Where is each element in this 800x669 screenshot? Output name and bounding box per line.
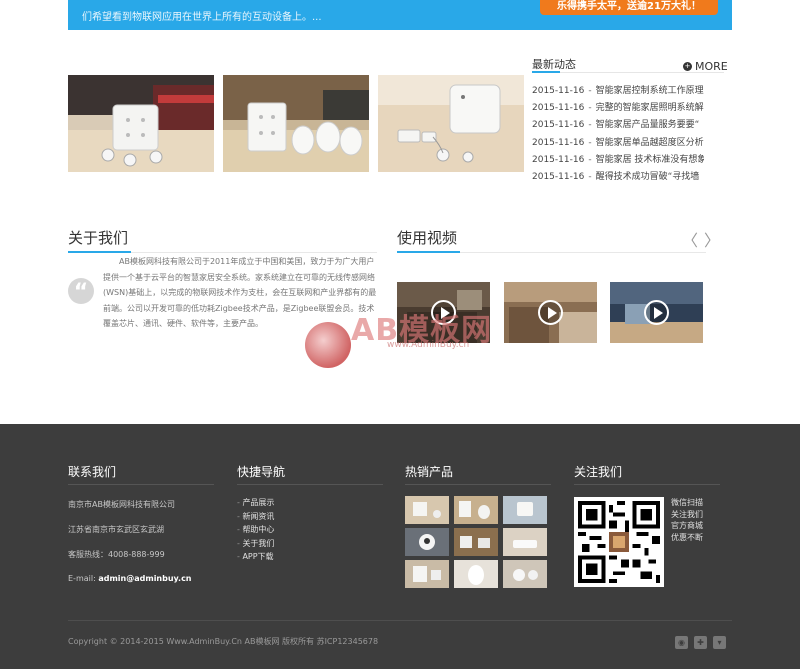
footer-nav-item[interactable]: 产品展示 [237,496,274,510]
footer-nav-item[interactable]: 帮助中心 [237,523,274,537]
chevron-right-icon[interactable]: 〉 [704,233,720,249]
follow-list: 微信扫描 关注我们 官方商城 优惠不断 [671,497,703,543]
follow-item: 微信扫描 [671,498,703,507]
qq-icon[interactable]: ✚ [694,636,707,649]
more-label: MORE [695,60,728,73]
news-list: 2015-11-16- 智能家居控制系统工作原理 2015-11-16- 完整的智能… [532,83,704,186]
hot-product-thumb[interactable] [454,560,498,588]
news-item[interactable]: 2015-11-16- 醒得技术成功冒破“寻找墙 [532,169,704,186]
footer-contact-title: 联系我们 [68,465,117,479]
hot-product-thumb[interactable] [454,496,498,524]
footer-nav-title: 快捷导航 [237,465,286,479]
footer-nav-item[interactable]: APP下载 [237,550,274,564]
footer-divider [68,484,214,485]
top-banner: 们希望看到物联网应用在世界上所有的互动设备上。... 乐得携手太平，送逾21万大… [68,0,732,30]
product-photo-2[interactable] [223,75,369,172]
watermark-logo: AB模板网 www.AdminBuy.cn [305,300,505,370]
play-icon[interactable] [644,300,669,325]
follow-item[interactable]: 官方商城 [671,520,703,532]
footer-divider [405,484,551,485]
news-item[interactable]: 2015-11-16- 智能家居控制系统工作原理 [532,83,704,100]
footer-divider [237,484,383,485]
chevron-left-icon[interactable]: 〈 [682,233,698,249]
product-photo-1[interactable] [68,75,214,172]
footer-hot-title: 热销产品 [405,465,454,479]
play-icon[interactable] [538,300,563,325]
quote-icon: “ [68,278,94,305]
footer-phone: 客服热线：4008-888-999 [68,550,165,559]
footer-email-link[interactable]: admin@adminbuy.cn [98,574,191,583]
qr-code [574,497,664,587]
video-title: 使用视频 [397,229,458,247]
hot-product-thumb[interactable] [405,560,449,588]
hot-product-thumb[interactable] [405,496,449,524]
news-item[interactable]: 2015-11-16- 智能家居 技术标准没有想象 [532,152,704,169]
news-item[interactable]: 2015-11-16- 智能家居产品量服务要要“ [532,117,704,134]
copyright-text: Copyright © 2014-2015 Www.AdminBuy.Cn AB… [68,637,379,646]
follow-item: 优惠不断 [671,532,703,542]
hot-product-thumb[interactable] [503,560,547,588]
footer-email: E-mail: admin@adminbuy.cn [68,574,192,583]
hot-product-thumb[interactable] [503,528,547,556]
footer-address: 江苏省南京市玄武区玄武湖 [68,525,164,534]
hot-product-thumb[interactable] [454,528,498,556]
footer-nav-list: 产品展示 新闻资讯 帮助中心 关于我们 APP下载 [237,496,274,564]
banner-promo-button[interactable]: 乐得携手太平，送逾21万大礼！ [540,0,718,15]
product-photo-3[interactable] [378,75,524,172]
follow-item: 关注我们 [671,509,703,519]
news-title-underline [532,71,560,73]
video-title-underline [397,251,460,253]
footer-nav-item[interactable]: 关于我们 [237,537,274,551]
footer-nav-item[interactable]: 新闻资讯 [237,510,274,524]
footer-divider [574,484,720,485]
hot-product-thumb[interactable] [503,496,547,524]
weibo-icon[interactable]: ◉ [675,636,688,649]
footer-follow-title: 关注我们 [574,465,623,479]
video-thumb-3[interactable] [610,282,703,343]
watermark-circle [305,322,351,368]
footer-company: 南京市AB模板网科技有限公司 [68,500,175,509]
banner-text: 们希望看到物联网应用在世界上所有的互动设备上。... [82,12,322,23]
video-thumb-2[interactable] [504,282,597,343]
video-carousel-arrows: 〈 〉 [682,233,720,249]
social-links: ◉ ✚ ▾ [675,636,726,649]
about-title: 关于我们 [68,229,129,247]
cart-icon[interactable]: ▾ [713,636,726,649]
news-item[interactable]: 2015-11-16- 完整的智能家居照明系统解 [532,100,704,117]
footer-bottom-divider [68,620,732,621]
plus-icon: + [683,62,692,71]
news-title: 最新动态 [532,58,576,71]
news-more-link[interactable]: + MORE [683,60,728,73]
news-item[interactable]: 2015-11-16- 智能家居单品越超度区分析 [532,135,704,152]
watermark-url: www.AdminBuy.cn [387,340,470,350]
hot-product-thumb[interactable] [405,528,449,556]
footer: 联系我们 南京市AB模板网科技有限公司 江苏省南京市玄武区玄武湖 客服热线：40… [0,424,800,669]
hot-product-grid [405,496,547,588]
about-title-underline [68,251,131,253]
